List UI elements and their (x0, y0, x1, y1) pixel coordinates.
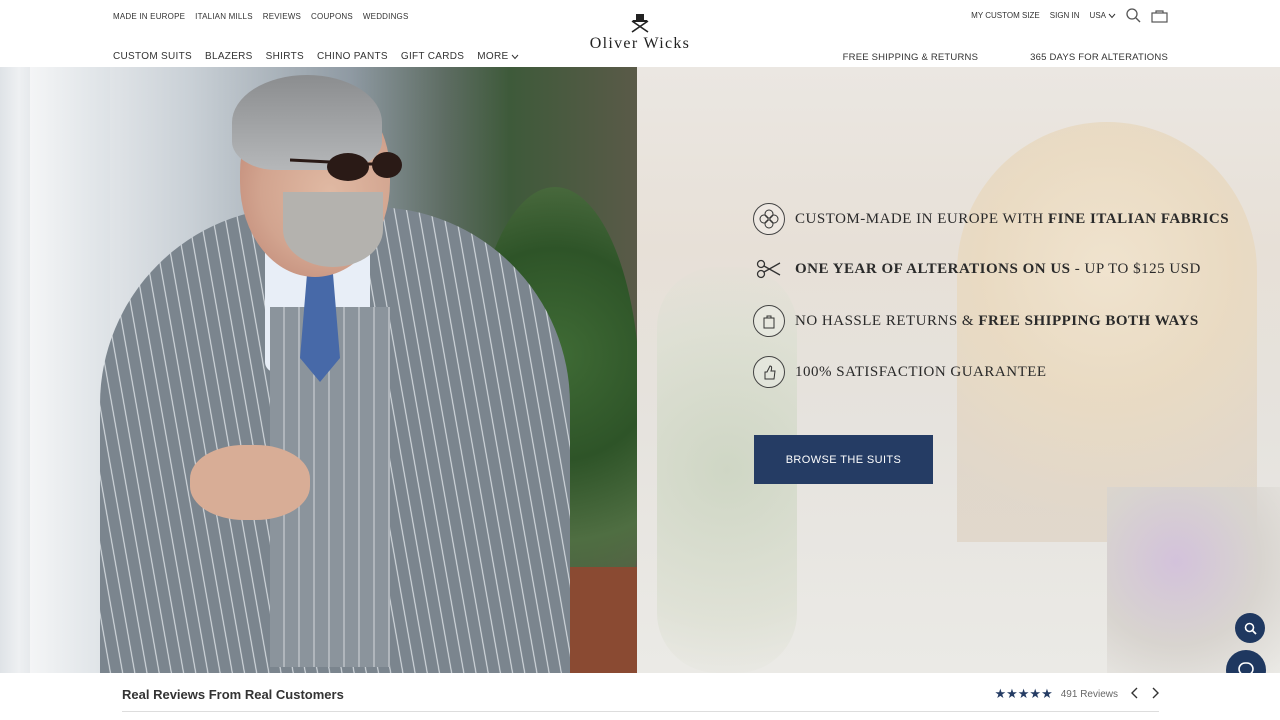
reviews-count-link[interactable]: 491 Reviews (1061, 689, 1118, 700)
nav-blazers[interactable]: BLAZERS (205, 51, 253, 62)
crossed-swords-hat-icon (631, 14, 649, 33)
feature-item: No Hassle Returns & Free Shipping Both W… (753, 305, 1233, 337)
brand-name: Oliver Wicks (589, 35, 691, 52)
star-rating: ★★★★★ (994, 686, 1053, 701)
nav-chino-pants[interactable]: CHINO PANTS (317, 51, 388, 62)
feature-item: Custom-made in Europe with Fine Italian … (753, 203, 1233, 235)
brand-logo[interactable]: Oliver Wicks (560, 13, 720, 53)
model-hand (190, 445, 310, 520)
feature-text: Custom-made in Europe with Fine Italian … (795, 210, 1230, 227)
browse-suits-button[interactable]: BROWSE THE SUITS (754, 435, 933, 484)
nav-gift-cards[interactable]: GIFT CARDS (401, 51, 464, 62)
promo-strip: FREE SHIPPING & RETURNS 365 DAYS FOR ALT… (843, 52, 1168, 63)
promo-alterations: 365 DAYS FOR ALTERATIONS (1030, 52, 1168, 63)
chevron-down-icon (512, 54, 519, 59)
chat-bubble-icon (1238, 662, 1254, 673)
sign-in-link[interactable]: SIGN IN (1050, 11, 1080, 20)
chevron-down-icon (1108, 13, 1116, 18)
site-header: MADE IN EUROPE ITALIAN MILLS REVIEWS COU… (0, 0, 1280, 67)
nav-weddings[interactable]: WEDDINGS (363, 12, 409, 21)
search-fab[interactable] (1235, 613, 1265, 643)
rating-summary: ★★★★★ 491 Reviews (994, 686, 1160, 702)
region-label: USA (1089, 11, 1106, 20)
scissors-icon (753, 253, 785, 285)
chevron-right-icon[interactable] (1151, 686, 1160, 702)
main-nav: CUSTOM SUITS BLAZERS SHIRTS CHINO PANTS … (113, 51, 519, 62)
returns-bag-icon (753, 305, 785, 337)
hero-photo (0, 67, 640, 673)
promo-free-shipping: FREE SHIPPING & RETURNS (842, 52, 979, 63)
feature-text: 100% Satisfaction Guarantee (795, 363, 1047, 380)
shopping-bag-icon[interactable] (1151, 9, 1168, 23)
account-nav: MY CUSTOM SIZE SIGN IN USA (971, 8, 1168, 23)
feature-text: One Year of Alterations on Us - up to $1… (795, 260, 1201, 277)
nav-more[interactable]: MORE (477, 51, 519, 62)
region-selector[interactable]: USA (1090, 11, 1116, 20)
reviews-title: Real Reviews From Real Customers (122, 687, 344, 702)
feature-item: One Year of Alterations on Us - up to $1… (753, 253, 1233, 285)
nav-coupons[interactable]: COUPONS (311, 12, 353, 21)
search-icon[interactable] (1126, 8, 1141, 23)
nav-more-label: MORE (477, 51, 509, 62)
nav-made-in-europe[interactable]: MADE IN EUROPE (113, 12, 185, 21)
nav-shirts[interactable]: SHIRTS (266, 51, 304, 62)
utility-nav: MADE IN EUROPE ITALIAN MILLS REVIEWS COU… (113, 12, 409, 21)
my-custom-size-link[interactable]: MY CUSTOM SIZE (971, 11, 1040, 20)
hero-banner: Custom-made in Europe with Fine Italian … (0, 67, 1280, 673)
nav-custom-suits[interactable]: CUSTOM SUITS (113, 51, 192, 62)
feature-text: No Hassle Returns & Free Shipping Both W… (795, 312, 1199, 329)
reviews-bar: Real Reviews From Real Customers ★★★★★ 4… (0, 673, 1280, 720)
sunglasses (290, 152, 402, 181)
feature-item: 100% Satisfaction Guarantee (753, 356, 1233, 388)
thumbs-up-badge-icon (753, 356, 785, 388)
search-icon (1244, 622, 1257, 635)
nav-reviews[interactable]: REVIEWS (263, 12, 301, 21)
nav-italian-mills[interactable]: ITALIAN MILLS (195, 12, 253, 21)
divider (122, 711, 1159, 712)
flower-icon (753, 203, 785, 235)
chevron-left-icon[interactable] (1130, 686, 1139, 702)
